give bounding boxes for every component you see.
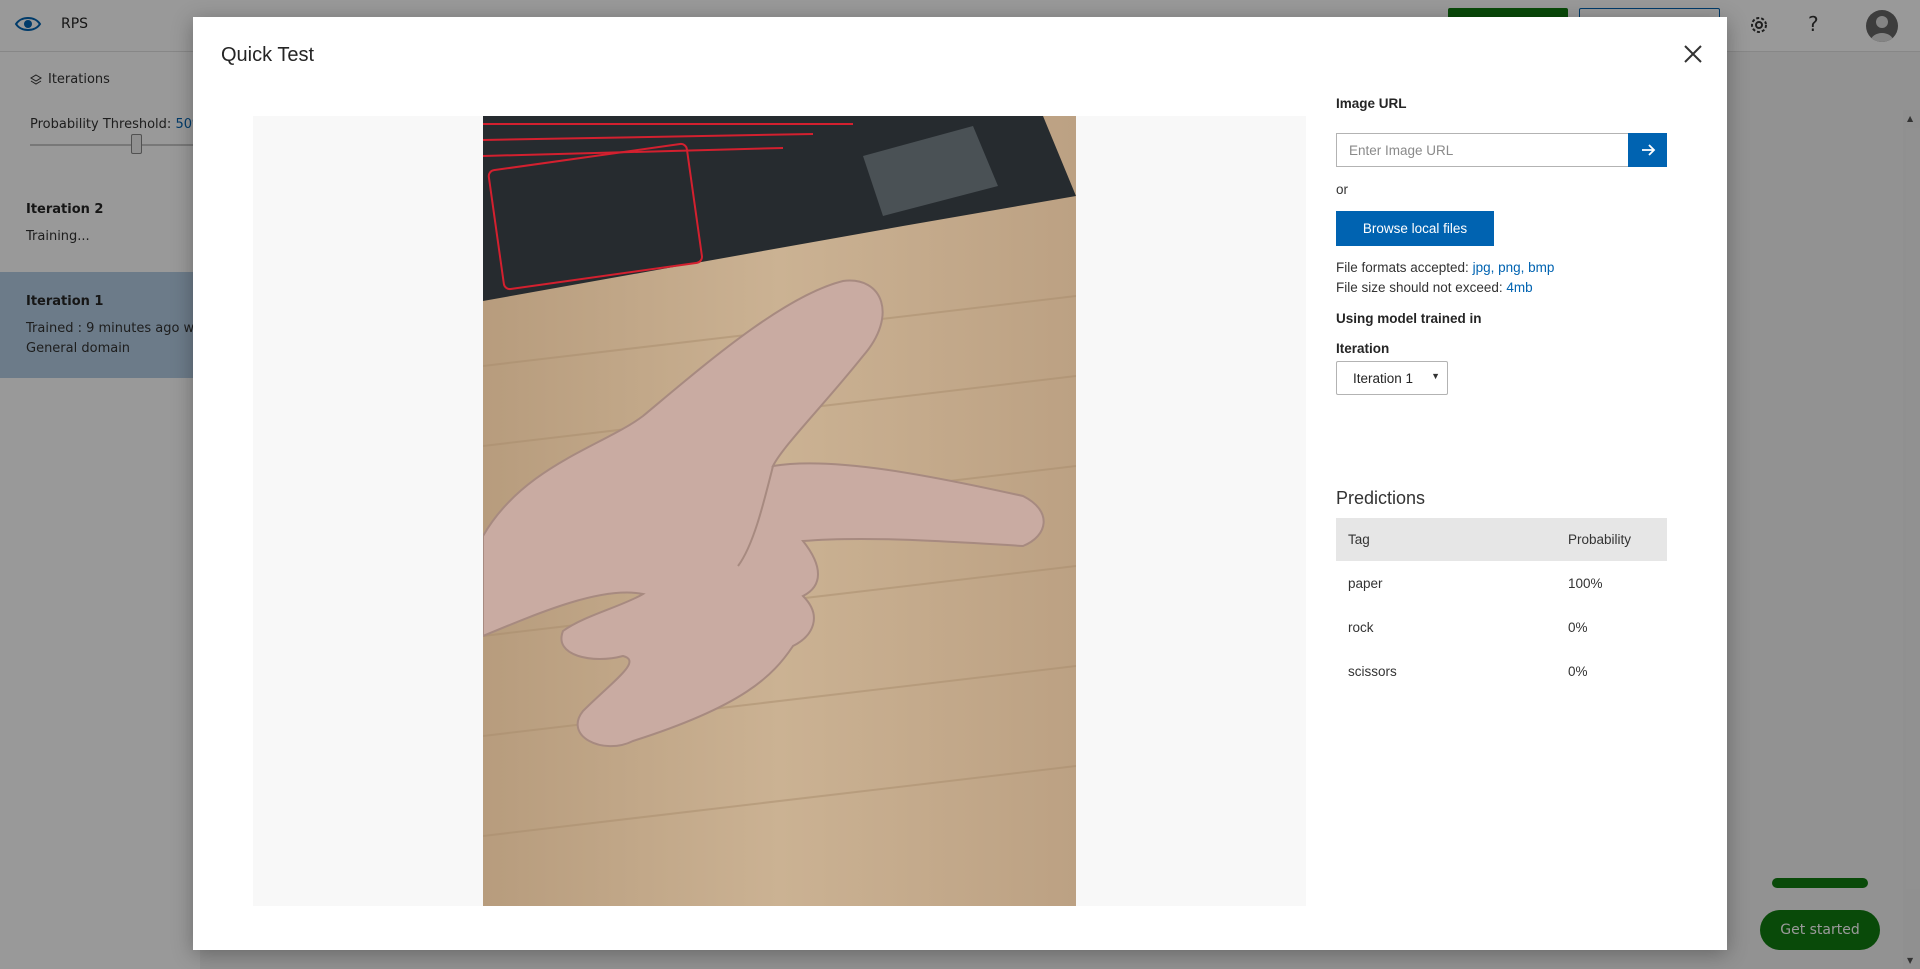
iteration-select[interactable]: Iteration 1 ▼ <box>1336 361 1448 395</box>
quick-test-dialog: Quick Test Image URL Enter Image URL or … <box>193 17 1727 950</box>
model-label: Using model trained in <box>1336 311 1482 326</box>
arrow-right-icon <box>1641 144 1655 156</box>
caret-down-icon: ▼ <box>1431 371 1440 381</box>
column-header-tag: Tag <box>1336 518 1568 561</box>
file-size-value: 4mb <box>1506 280 1533 295</box>
prediction-probability: 100% <box>1568 575 1603 591</box>
prediction-tag: scissors <box>1348 663 1397 679</box>
image-preview <box>253 116 1306 906</box>
table-header-row: Tag Probability <box>1336 518 1667 561</box>
column-header-probability: Probability <box>1568 518 1667 561</box>
file-formats-value: jpg, png, bmp <box>1472 260 1555 275</box>
predictions-title: Predictions <box>1336 488 1426 508</box>
hand-photo <box>483 116 1076 906</box>
prediction-probability: 0% <box>1568 663 1588 679</box>
or-label: or <box>1336 182 1349 197</box>
dialog-title: Quick Test <box>221 44 314 66</box>
image-url-label: Image URL <box>1336 96 1407 111</box>
file-size-info: File size should not exceed: 4mb <box>1336 280 1533 295</box>
file-formats-info: File formats accepted: jpg, png, bmp <box>1336 260 1555 275</box>
iteration-select-label: Iteration <box>1336 341 1390 356</box>
prediction-tag: rock <box>1348 619 1374 635</box>
image-url-input[interactable] <box>1336 133 1628 167</box>
prediction-probability: 0% <box>1568 619 1588 635</box>
browse-local-files-button[interactable]: Browse local files <box>1336 211 1494 246</box>
iteration-select-value: Iteration 1 <box>1353 370 1414 386</box>
predictions-table: Tag Probability paper 100% rock 0% sciss… <box>1336 518 1667 693</box>
table-row: scissors 0% <box>1336 649 1667 693</box>
close-icon[interactable] <box>1679 40 1707 68</box>
table-row: rock 0% <box>1336 605 1667 649</box>
prediction-tag: paper <box>1348 575 1383 591</box>
table-row: paper 100% <box>1336 561 1667 605</box>
submit-url-button[interactable] <box>1628 133 1667 167</box>
